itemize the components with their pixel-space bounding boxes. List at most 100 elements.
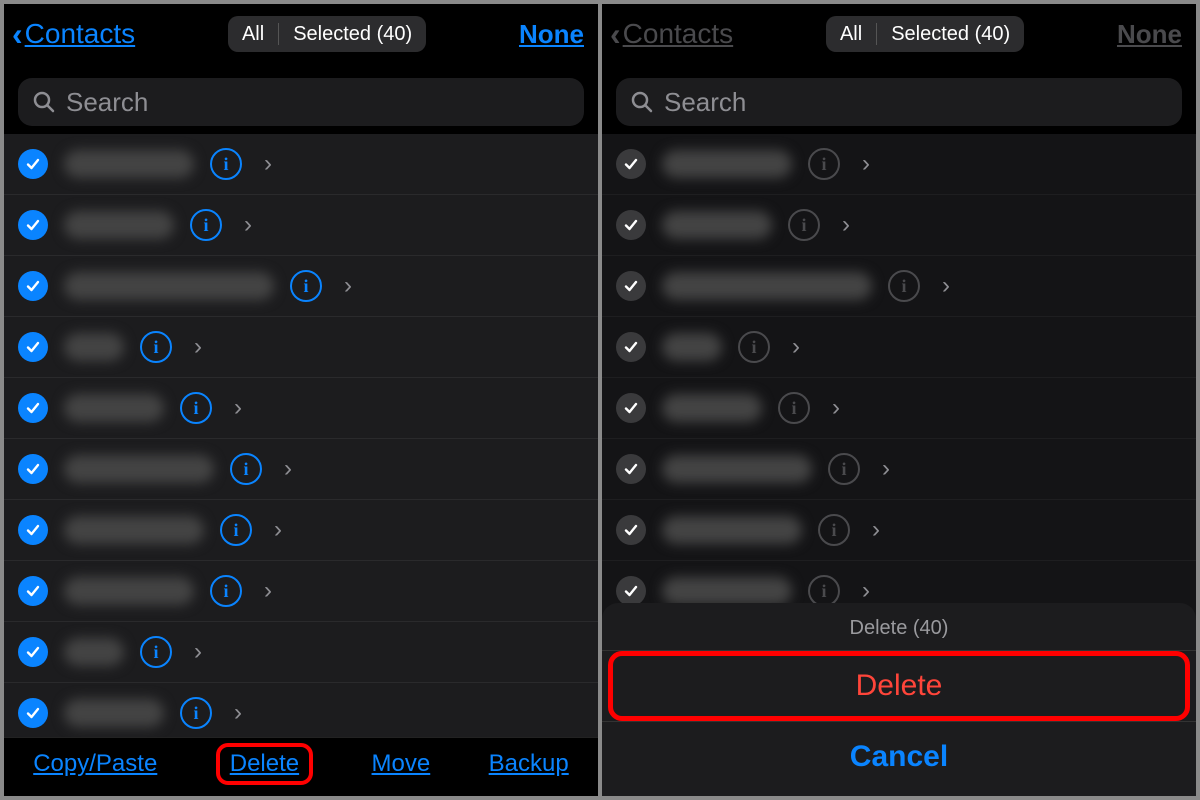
info-icon[interactable]: i [788,209,820,241]
chevron-right-icon: › [274,516,282,544]
list-item[interactable]: i › [602,256,1196,317]
chevron-right-icon: › [234,394,242,422]
list-item[interactable]: i › [4,683,598,737]
toolbar-backup[interactable]: Backup [489,750,569,778]
search-placeholder: Search [664,87,746,118]
info-icon[interactable]: i [778,392,810,424]
checkmark-icon[interactable] [18,515,48,545]
phone-right: ‹ Contacts All Selected (40) None Search… [602,4,1196,796]
contact-name-redacted [64,272,274,300]
chevron-right-icon: › [244,211,252,239]
list-item[interactable]: i › [4,134,598,195]
checkmark-icon[interactable] [18,393,48,423]
contact-name-redacted [662,455,812,483]
contacts-list[interactable]: i › i › i › i › i › i › [4,134,598,737]
checkmark-icon[interactable] [616,454,646,484]
info-icon[interactable]: i [140,636,172,668]
checkmark-icon[interactable] [18,637,48,667]
list-item[interactable]: i › [4,256,598,317]
contact-name-redacted [64,150,194,178]
list-item[interactable]: i › [602,378,1196,439]
list-item[interactable]: i › [4,622,598,683]
search-icon [630,90,654,114]
checkmark-icon[interactable] [18,576,48,606]
chevron-right-icon: › [344,272,352,300]
list-item[interactable]: i › [4,561,598,622]
chevron-right-icon: › [882,455,890,483]
info-icon[interactable]: i [818,514,850,546]
checkmark-icon[interactable] [616,271,646,301]
contact-name-redacted [662,211,772,239]
list-item[interactable]: i › [4,500,598,561]
info-icon[interactable]: i [180,392,212,424]
contact-name-redacted [64,577,194,605]
action-sheet: Delete (40) Delete Cancel [602,603,1196,796]
info-icon[interactable]: i [230,453,262,485]
search-field[interactable]: Search [18,78,584,126]
contact-name-redacted [662,394,762,422]
segment-all[interactable]: All [228,17,278,52]
info-icon[interactable]: i [210,575,242,607]
none-button[interactable]: None [1117,19,1182,50]
checkmark-icon[interactable] [616,576,646,606]
back-button[interactable]: ‹ Contacts [610,18,733,50]
checkmark-icon[interactable] [18,698,48,728]
chevron-right-icon: › [862,150,870,178]
contact-name-redacted [64,394,164,422]
info-icon[interactable]: i [888,270,920,302]
checkmark-icon[interactable] [18,271,48,301]
search-field[interactable]: Search [616,78,1182,126]
contact-name-redacted [64,333,124,361]
contact-name-redacted [662,577,792,605]
list-item[interactable]: i › [602,439,1196,500]
sheet-cancel-button[interactable]: Cancel [602,722,1196,792]
toolbar-copy-paste[interactable]: Copy/Paste [33,750,157,778]
checkmark-icon[interactable] [616,149,646,179]
checkmark-icon[interactable] [18,149,48,179]
list-item[interactable]: i › [4,317,598,378]
contact-name-redacted [662,333,722,361]
list-item[interactable]: i › [4,195,598,256]
checkmark-icon[interactable] [18,210,48,240]
list-item[interactable]: i › [4,439,598,500]
search-icon [32,90,56,114]
chevron-right-icon: › [862,577,870,605]
nav-bar: ‹ Contacts All Selected (40) None [602,4,1196,64]
checkmark-icon[interactable] [616,393,646,423]
info-icon[interactable]: i [140,331,172,363]
info-icon[interactable]: i [808,148,840,180]
chevron-right-icon: › [872,516,880,544]
info-icon[interactable]: i [190,209,222,241]
info-icon[interactable]: i [828,453,860,485]
segment-selected[interactable]: Selected (40) [877,17,1024,52]
back-title: Contacts [25,18,136,50]
back-button[interactable]: ‹ Contacts [12,18,135,50]
info-icon[interactable]: i [220,514,252,546]
info-icon[interactable]: i [738,331,770,363]
sheet-delete-button[interactable]: Delete [602,651,1196,721]
none-button[interactable]: None [519,19,584,50]
list-item[interactable]: i › [602,500,1196,561]
chevron-right-icon: › [264,577,272,605]
toolbar-move[interactable]: Move [372,750,431,778]
chevron-right-icon: › [284,455,292,483]
phone-left: ‹ Contacts All Selected (40) None Search… [4,4,598,796]
segment-all[interactable]: All [826,17,876,52]
info-icon[interactable]: i [290,270,322,302]
toolbar-delete[interactable]: Delete [216,743,313,785]
checkmark-icon[interactable] [616,210,646,240]
info-icon[interactable]: i [180,697,212,729]
checkmark-icon[interactable] [18,332,48,362]
list-item[interactable]: i › [602,195,1196,256]
chevron-right-icon: › [264,150,272,178]
segment-selected[interactable]: Selected (40) [279,17,426,52]
list-item[interactable]: i › [4,378,598,439]
contact-name-redacted [64,699,164,727]
checkmark-icon[interactable] [18,454,48,484]
info-icon[interactable]: i [210,148,242,180]
list-item[interactable]: i › [602,134,1196,195]
checkmark-icon[interactable] [616,515,646,545]
contact-name-redacted [64,455,214,483]
list-item[interactable]: i › [602,317,1196,378]
checkmark-icon[interactable] [616,332,646,362]
